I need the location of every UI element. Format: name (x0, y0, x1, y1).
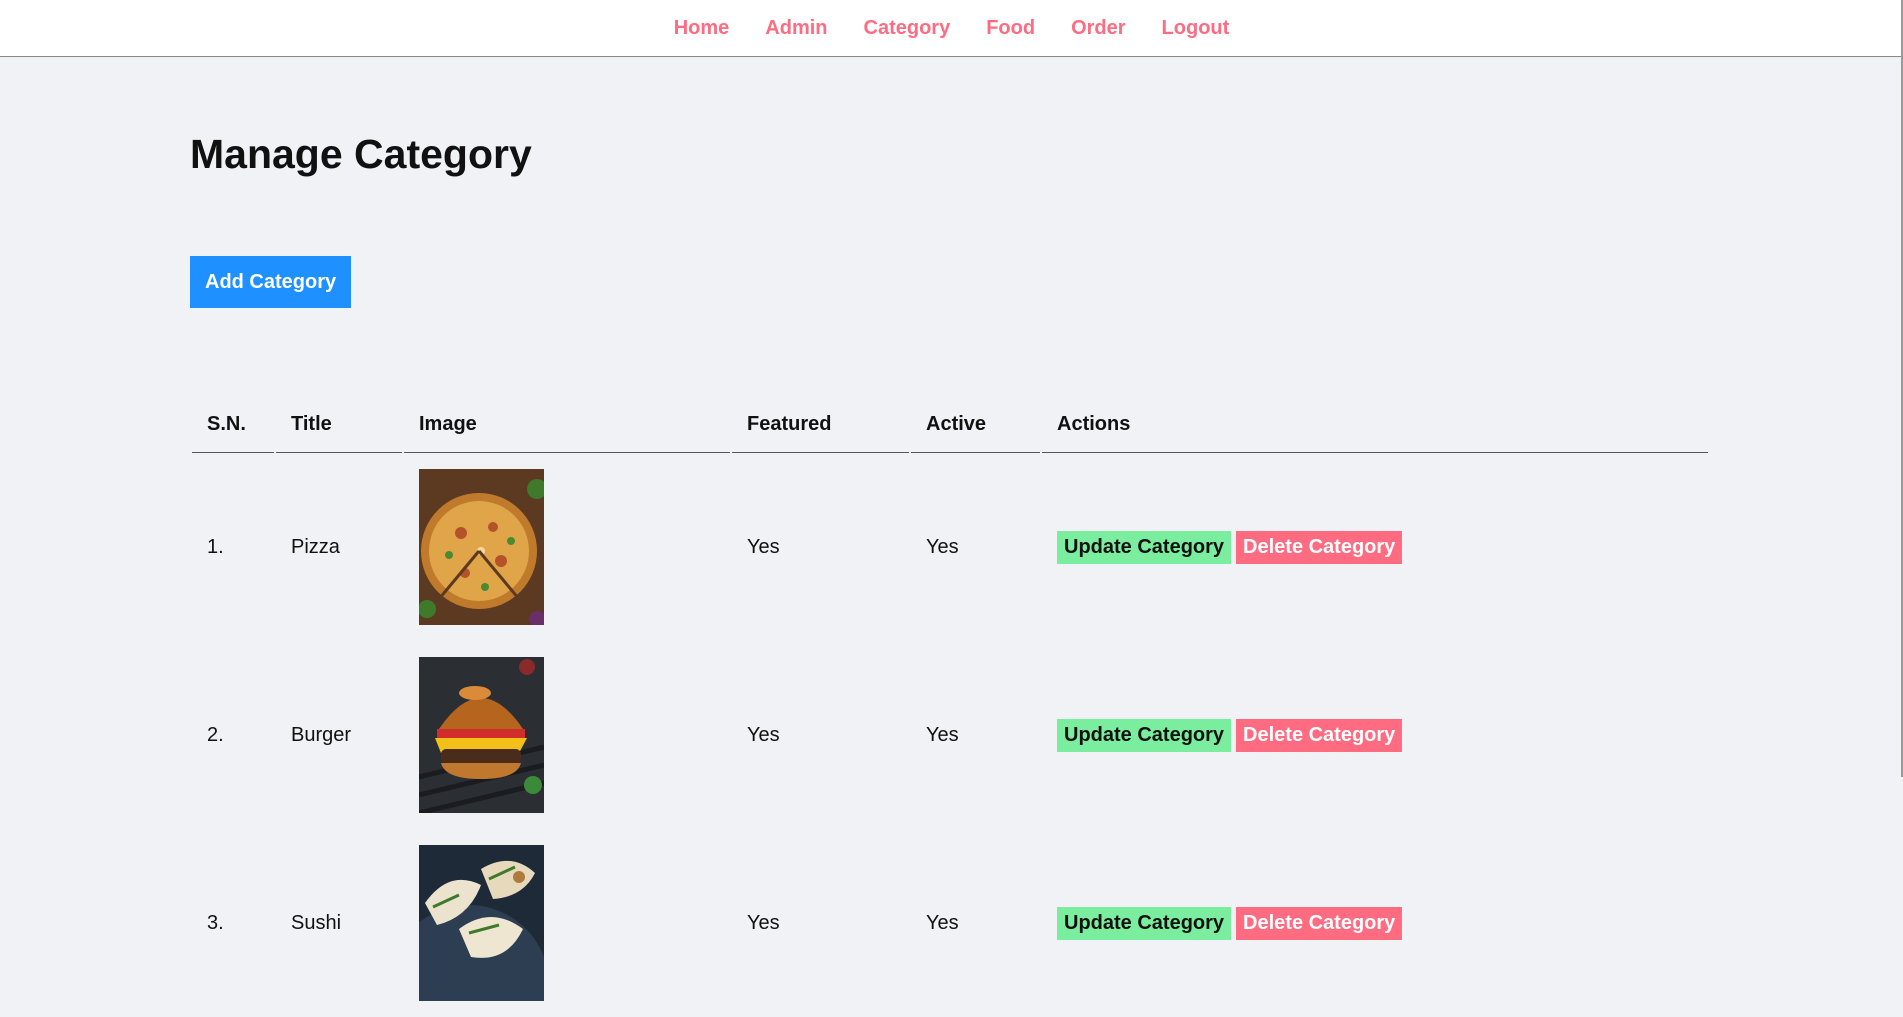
update-category-button[interactable]: Update Category (1057, 906, 1232, 940)
nav-logout-link[interactable]: Logout (1162, 17, 1230, 39)
row-title: Pizza (291, 535, 340, 558)
row-featured: Yes (747, 535, 780, 558)
header-image: Image (404, 397, 730, 453)
add-category-button[interactable]: Add Category (190, 256, 352, 308)
row-title: Sushi (291, 911, 342, 934)
top-nav: Home Admin Category Food Order Logout (0, 0, 1903, 57)
update-category-button[interactable]: Update Category (1057, 718, 1232, 752)
header-actions: Actions (1042, 397, 1708, 453)
delete-category-button[interactable]: Delete Category (1236, 906, 1403, 940)
table-header-row: S.N. Title Image Featured Active Actions (192, 397, 1708, 453)
header-sn: S.N. (192, 397, 274, 453)
page-title: Manage Category (190, 131, 532, 177)
update-category-button[interactable]: Update Category (1057, 530, 1232, 564)
pizza-image (419, 469, 544, 625)
nav-list: Home Admin Category Food Order Logout (656, 0, 1248, 56)
header-active: Active (911, 397, 1040, 453)
row-sn: 3. (207, 911, 224, 934)
nav-category-link[interactable]: Category (864, 17, 951, 39)
header-featured: Featured (732, 397, 909, 453)
row-active: Yes (926, 535, 959, 558)
table-row: 2. Burger Yes Yes Update Category Delete… (192, 641, 1708, 829)
burger-image (419, 657, 544, 813)
row-active: Yes (926, 723, 959, 746)
category-table: S.N. Title Image Featured Active Actions… (190, 397, 1710, 1017)
row-sn: 2. (207, 723, 224, 746)
row-featured: Yes (747, 911, 780, 934)
table-row: 1. Pizza Yes Yes Update Category Delete … (192, 453, 1708, 641)
delete-category-button[interactable]: Delete Category (1236, 718, 1403, 752)
table-row: 3. Sushi Yes Yes Update Category Delete … (192, 829, 1708, 1017)
header-title: Title (276, 397, 402, 453)
delete-category-button[interactable]: Delete Category (1236, 530, 1403, 564)
nav-home-link[interactable]: Home (674, 17, 730, 39)
nav-order-link[interactable]: Order (1071, 17, 1125, 39)
row-sn: 1. (207, 535, 224, 558)
row-featured: Yes (747, 723, 780, 746)
dumplings-image (419, 845, 544, 1001)
row-title: Burger (291, 723, 352, 746)
nav-admin-link[interactable]: Admin (765, 17, 827, 39)
nav-food-link[interactable]: Food (986, 17, 1035, 39)
row-active: Yes (926, 911, 959, 934)
